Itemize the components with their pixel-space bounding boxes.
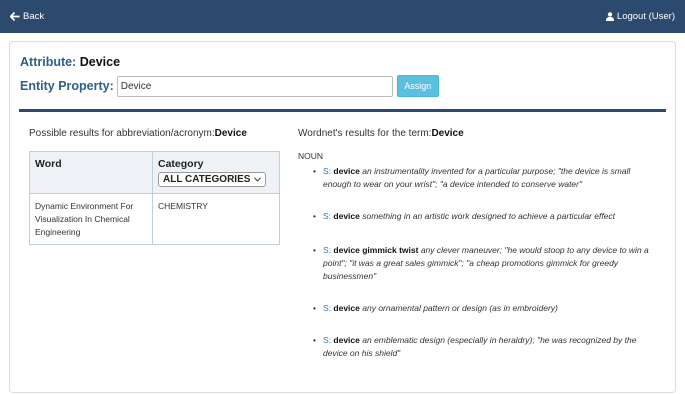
- abbreviation-heading-term: Device: [214, 128, 247, 139]
- sense-link[interactable]: S:: [323, 245, 331, 255]
- assign-button[interactable]: Assign: [396, 75, 439, 97]
- category-column-header: Category ALL CATEGORIES: [152, 151, 280, 194]
- sense-term: device gimmick twist: [333, 244, 419, 255]
- word-cell: Dynamic Environment For Visualization In…: [29, 193, 153, 245]
- part-of-speech: NOUN: [298, 151, 324, 161]
- category-header-label: Category: [158, 158, 204, 170]
- wordnet-heading-term: Device: [431, 128, 464, 139]
- top-navbar: Back Logout (User): [0, 0, 685, 33]
- abbreviation-table: Word Category ALL CATEGORIES Dynamic Env…: [29, 151, 280, 246]
- sense-link[interactable]: S:: [323, 166, 331, 176]
- sense-link[interactable]: S:: [323, 303, 331, 313]
- entity-property-label: Entity Property:: [20, 79, 114, 93]
- category-select[interactable]: ALL CATEGORIES: [158, 172, 267, 187]
- table-header-row: Word Category ALL CATEGORIES: [29, 151, 280, 194]
- main-panel: Attribute: Device Entity Property: Assig…: [9, 41, 676, 393]
- section-divider: [19, 109, 666, 112]
- abbreviation-heading: Possible results for abbreviation/acrony…: [29, 128, 281, 139]
- back-link[interactable]: Back: [10, 11, 44, 22]
- sense-list: S: device an instrumentality invented fo…: [298, 165, 660, 361]
- entity-property-input[interactable]: [116, 75, 393, 97]
- list-item: S: device any ornamental pattern or desi…: [298, 302, 660, 315]
- table-row: Dynamic Environment For Visualization In…: [29, 193, 280, 245]
- sense-term: device: [333, 166, 360, 176]
- sense-gloss: any ornamental pattern or design (as in …: [362, 303, 558, 314]
- list-item: S: device gimmick twist any clever maneu…: [298, 244, 660, 284]
- sense-gloss: an instrumentality invented for a partic…: [323, 166, 631, 190]
- sense-term: device: [333, 335, 360, 346]
- logout-label: Logout (User): [616, 11, 675, 22]
- wordnet-heading-prefix: Wordnet's results for the term:: [298, 128, 432, 139]
- list-item: S: device an emblematic design (especial…: [298, 334, 660, 360]
- list-item: S: device something in an artistic work …: [298, 210, 660, 223]
- category-select-value: ALL CATEGORIES: [163, 174, 251, 185]
- sense-term: device: [333, 303, 360, 314]
- arrow-left-icon: [10, 12, 20, 21]
- category-cell: CHEMISTRY: [158, 201, 208, 211]
- sense-gloss: an emblematic design (especially in hera…: [323, 335, 637, 359]
- sense-link[interactable]: S:: [323, 335, 331, 345]
- list-item: S: device an instrumentality invented fo…: [298, 165, 660, 191]
- attribute-heading: Attribute: Device: [20, 55, 120, 69]
- word-column-header: Word: [29, 151, 153, 194]
- wordnet-results: Wordnet's results for the term:Device NO…: [298, 128, 660, 361]
- chevron-down-icon: [254, 174, 262, 185]
- abbreviation-results: Possible results for abbreviation/acrony…: [29, 128, 281, 246]
- attribute-label: Attribute:: [20, 55, 77, 69]
- attribute-value: Device: [79, 55, 121, 69]
- sense-gloss: something in an artistic work designed t…: [362, 211, 616, 222]
- back-label: Back: [23, 11, 45, 22]
- wordnet-heading: Wordnet's results for the term:Device: [298, 128, 660, 139]
- abbreviation-heading-prefix: Possible results for abbreviation/acrony…: [29, 128, 215, 139]
- sense-link[interactable]: S:: [323, 211, 331, 221]
- sense-term: device: [333, 211, 360, 222]
- user-icon: [605, 12, 614, 21]
- entity-property-row: Entity Property: Assign: [20, 75, 439, 97]
- logout-link[interactable]: Logout (User): [605, 11, 675, 22]
